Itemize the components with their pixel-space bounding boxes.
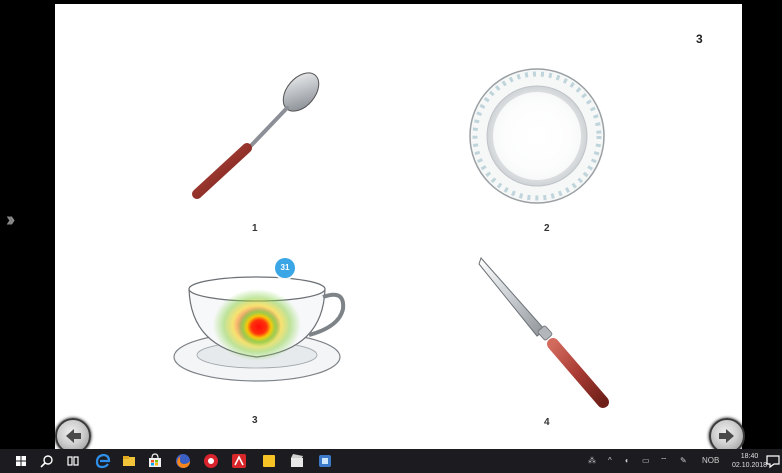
double-chevron-right-icon[interactable]: ›› <box>6 209 16 232</box>
arrow-right-icon <box>719 429 734 443</box>
store-icon[interactable] <box>146 452 164 470</box>
notes-icon[interactable] <box>260 452 278 470</box>
movie-icon[interactable] <box>288 452 306 470</box>
battery-icon[interactable]: ▭ <box>642 449 650 473</box>
acrobat-icon[interactable] <box>230 452 248 470</box>
cup-image[interactable] <box>167 269 347 389</box>
gaze-count-badge: 31 <box>275 258 295 278</box>
language-indicator[interactable]: NOB <box>702 449 719 473</box>
spoon-image[interactable] <box>183 64 333 204</box>
remote-icon[interactable] <box>316 452 334 470</box>
task-view-icon[interactable] <box>64 452 82 470</box>
chevron-up-icon[interactable]: ^ <box>608 449 612 473</box>
label-item-3: 3 <box>252 415 258 426</box>
edge-icon[interactable] <box>94 452 112 470</box>
label-item-4: 4 <box>544 417 550 428</box>
pen-icon[interactable]: ✎ <box>680 449 687 473</box>
firefox-icon[interactable] <box>174 452 192 470</box>
wifi-icon[interactable]: ⌔ <box>660 449 668 473</box>
label-item-1: 1 <box>252 223 258 234</box>
app-icon[interactable] <box>202 452 220 470</box>
network-icon[interactable]: ⁂ <box>588 449 596 473</box>
label-item-2: 2 <box>544 223 550 234</box>
notification-icon[interactable] <box>764 452 782 470</box>
file-explorer-icon[interactable] <box>120 452 138 470</box>
clock-date: 02.10.2018 <box>732 462 768 469</box>
search-icon[interactable] <box>38 452 56 470</box>
knife-image[interactable] <box>475 254 625 414</box>
volume-icon[interactable]: ◖ <box>624 449 629 473</box>
page-number: 3 <box>696 32 703 46</box>
slide-page: 3 1 2 31 3 4 <box>55 4 742 449</box>
windows-start-icon[interactable] <box>12 452 30 470</box>
clock-time: 18:40 <box>740 453 759 460</box>
arrow-left-icon <box>66 429 81 443</box>
clock[interactable]: 18:40 02.10.2018 <box>732 452 767 470</box>
taskbar: ⁂ ^ ◖ ▭ ⌔ ✎ NOB 18:40 02.10.2018 <box>0 449 782 473</box>
plate-image[interactable] <box>467 66 607 206</box>
